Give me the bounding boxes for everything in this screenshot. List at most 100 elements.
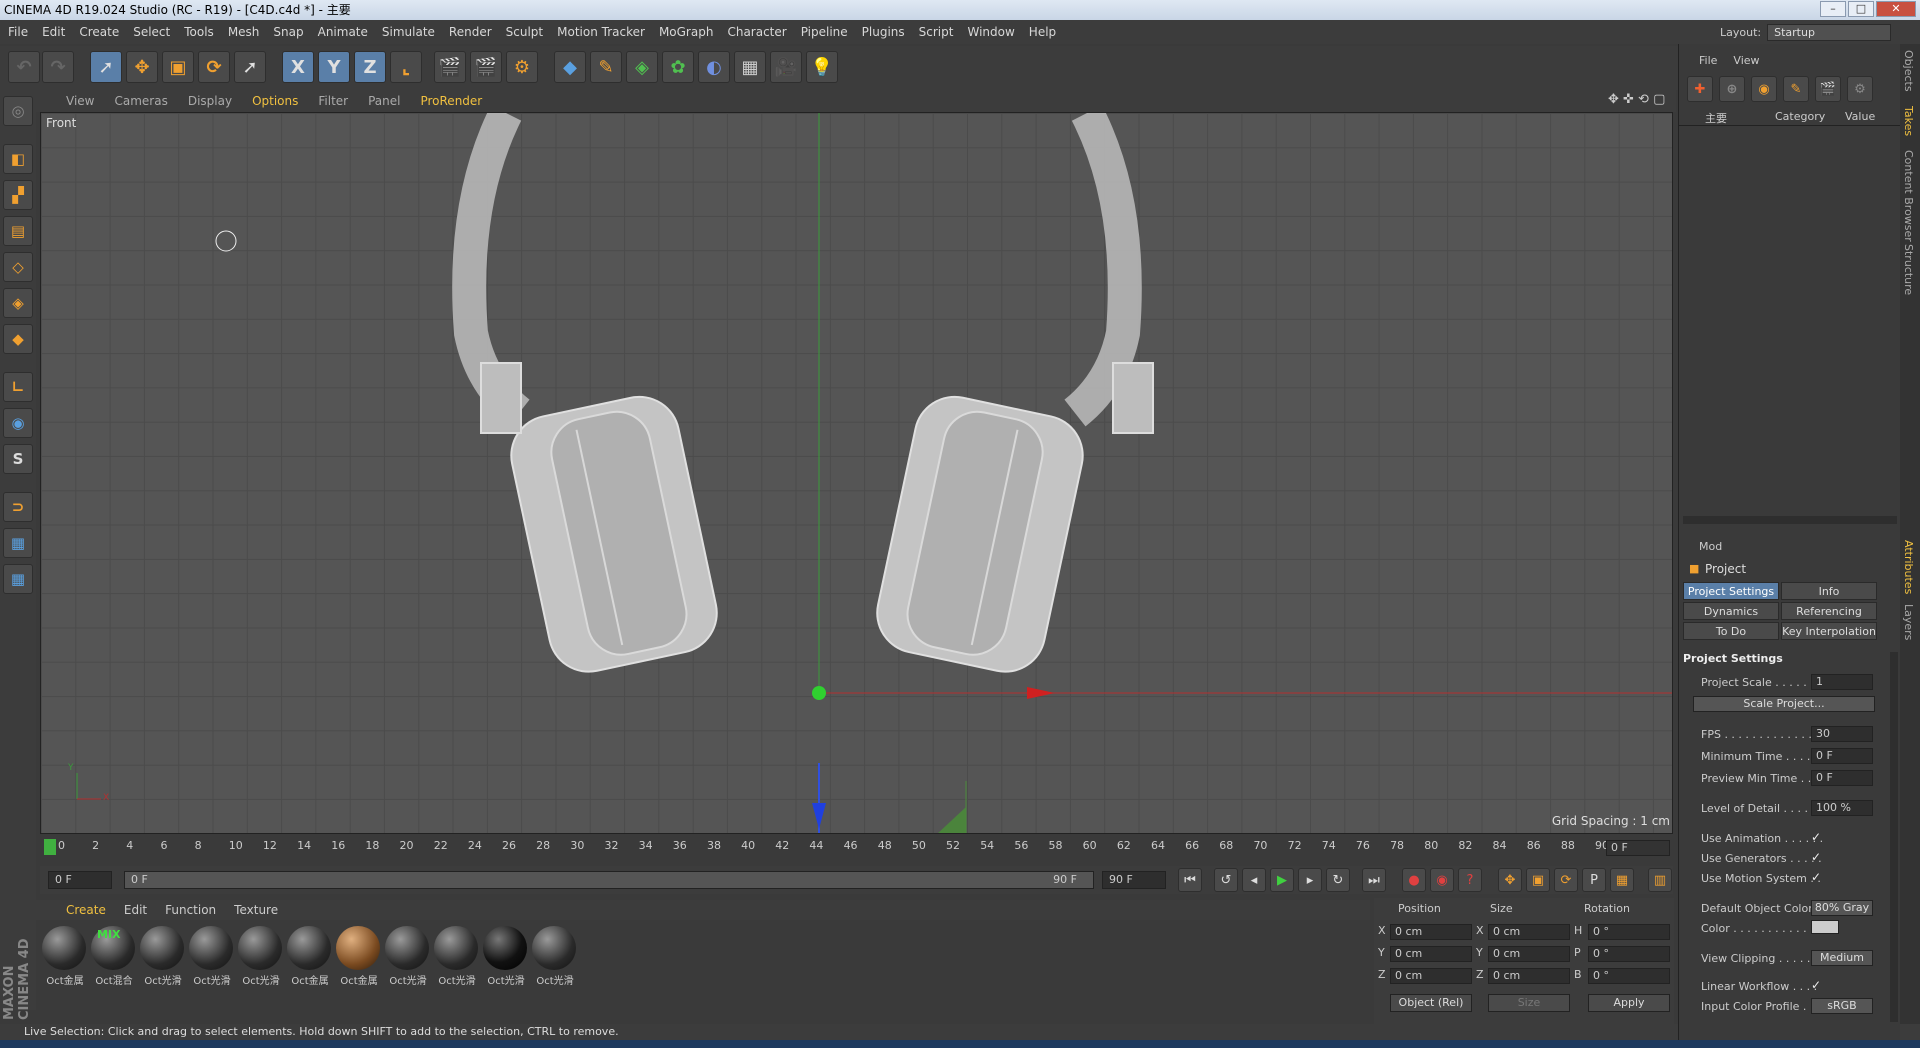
menu-motion-tracker[interactable]: Motion Tracker	[557, 25, 645, 39]
coord-size-dropdown[interactable]: Size	[1488, 994, 1570, 1012]
light-icon[interactable]: 💡	[806, 51, 838, 83]
preview-min-field[interactable]: 0 F	[1811, 770, 1873, 786]
menu-edit[interactable]: Edit	[42, 25, 65, 39]
material-item[interactable]: MIX Oct混合	[91, 926, 137, 988]
scheme-icon[interactable]: ▥	[1648, 868, 1672, 892]
side-tab-takes[interactable]: Takes	[1902, 106, 1915, 136]
snap-icon[interactable]: ⊃	[3, 492, 33, 522]
vp-menu-filter[interactable]: Filter	[318, 94, 348, 108]
position-z-field[interactable]: 0 cm	[1390, 968, 1472, 984]
scale-project-button[interactable]: Scale Project...	[1693, 696, 1875, 712]
camera-icon[interactable]: 🎥	[770, 51, 802, 83]
key-pla-icon[interactable]: ▦	[1610, 868, 1634, 892]
render-view-icon[interactable]: 🎬	[434, 51, 466, 83]
size-z-field[interactable]: 0 cm	[1488, 968, 1570, 984]
timeline-ruler[interactable]: 0 2 4 6 8 10 12 14 16 18 20 22 24 26 28 30 32 34 36 38 40 42 4…	[40, 836, 1673, 858]
recent-tool-icon[interactable]: ➚	[234, 51, 266, 83]
undo-icon[interactable]: ↶	[8, 51, 40, 83]
take-auto-icon[interactable]: ✎	[1783, 76, 1809, 102]
menu-select[interactable]: Select	[133, 25, 170, 39]
min-time-field[interactable]: 0 F	[1811, 748, 1873, 764]
take-render-icon[interactable]: 🎬	[1815, 76, 1841, 102]
viewport-nav-icons[interactable]: ✥ ✜ ⟲ ▢	[1608, 92, 1665, 107]
play-icon[interactable]: ▶	[1270, 868, 1294, 892]
edges-mode-icon[interactable]: ◈	[3, 288, 33, 318]
attr-scrollbar[interactable]	[1890, 652, 1898, 1022]
vp-menu-options[interactable]: Options	[252, 94, 298, 108]
key-position-icon[interactable]: ✥	[1498, 868, 1522, 892]
menu-character[interactable]: Character	[727, 25, 786, 39]
start-frame-field[interactable]: 0 F	[48, 871, 112, 889]
coord-mode-dropdown[interactable]: Object (Rel)	[1390, 994, 1472, 1012]
floor-icon[interactable]: ▦	[734, 51, 766, 83]
material-item[interactable]: Oct金属	[42, 926, 88, 988]
cloner-icon[interactable]: ✿	[662, 51, 694, 83]
position-x-field[interactable]: 0 cm	[1390, 924, 1472, 940]
use-motion-checkbox[interactable]: ✓	[1811, 870, 1821, 884]
viewport-front[interactable]: Y X	[40, 112, 1673, 834]
material-item[interactable]: Oct金属	[287, 926, 333, 988]
menu-mograph[interactable]: MoGraph	[659, 25, 714, 39]
model-mode-icon[interactable]: ◧	[3, 144, 33, 174]
take-lock-icon[interactable]: ⚙	[1847, 76, 1873, 102]
rotation-b-field[interactable]: 0 °	[1588, 968, 1670, 984]
minimize-button[interactable]: –	[1820, 1, 1846, 17]
menu-simulate[interactable]: Simulate	[382, 25, 435, 39]
range-slider[interactable]: 0 F 90 F	[124, 871, 1094, 889]
side-tab-structure[interactable]: Structure	[1902, 244, 1915, 295]
position-y-field[interactable]: 0 cm	[1390, 946, 1472, 962]
move-icon[interactable]: ✥	[126, 51, 158, 83]
project-scale-field[interactable]: 1	[1811, 674, 1873, 690]
material-item[interactable]: Oct光滑	[385, 926, 431, 988]
menu-render[interactable]: Render	[449, 25, 492, 39]
previous-frame-icon[interactable]: ◂	[1242, 868, 1266, 892]
menu-sculpt[interactable]: Sculpt	[506, 25, 543, 39]
x-axis-lock-icon[interactable]: X	[282, 51, 314, 83]
polygons-mode-icon[interactable]: ◆	[3, 324, 33, 354]
menu-script[interactable]: Script	[919, 25, 954, 39]
render-settings-icon[interactable]: ⚙	[506, 51, 538, 83]
default-color-dropdown[interactable]: 80% Gray	[1811, 900, 1873, 916]
take-clone-icon[interactable]: ⊕	[1719, 76, 1745, 102]
vp-menu-cameras[interactable]: Cameras	[114, 94, 167, 108]
om-menu-view[interactable]: View	[1733, 54, 1759, 67]
y-axis-lock-icon[interactable]: Y	[318, 51, 350, 83]
material-item[interactable]: Oct光滑	[140, 926, 186, 988]
menu-window[interactable]: Window	[967, 25, 1014, 39]
rotate-icon[interactable]: ⟳	[198, 51, 230, 83]
record-active-icon[interactable]: ●	[1402, 868, 1426, 892]
cube-icon[interactable]: ◆	[554, 51, 586, 83]
tab-key-interpolation[interactable]: Key Interpolation	[1781, 622, 1877, 640]
material-item[interactable]: Oct光滑	[532, 926, 578, 988]
material-item[interactable]: Oct光滑	[238, 926, 284, 988]
menu-pipeline[interactable]: Pipeline	[801, 25, 848, 39]
lock-workplane-icon[interactable]: ▦	[3, 528, 33, 558]
material-item[interactable]: Oct光滑	[189, 926, 235, 988]
make-editable-icon[interactable]: ◎	[3, 96, 33, 126]
maximize-button[interactable]: □	[1848, 1, 1874, 17]
mat-menu-edit[interactable]: Edit	[124, 903, 147, 917]
side-tab-content-browser[interactable]: Content Browser	[1902, 150, 1915, 242]
input-profile-dropdown[interactable]: sRGB	[1811, 998, 1873, 1014]
rotation-p-field[interactable]: 0 °	[1588, 946, 1670, 962]
pen-icon[interactable]: ✎	[590, 51, 622, 83]
points-mode-icon[interactable]: ◇	[3, 252, 33, 282]
use-animation-checkbox[interactable]: ✓	[1811, 830, 1821, 844]
size-x-field[interactable]: 0 cm	[1488, 924, 1570, 940]
menu-tools[interactable]: Tools	[184, 25, 214, 39]
subdivision-icon[interactable]: ◈	[626, 51, 658, 83]
tweak-mode-icon[interactable]: ◉	[3, 408, 33, 438]
autokey-icon[interactable]: ◉	[1430, 868, 1454, 892]
layout-dropdown[interactable]: Startup	[1767, 23, 1892, 41]
workplane-icon[interactable]: ▤	[3, 216, 33, 246]
scale-icon[interactable]: ▣	[162, 51, 194, 83]
planar-workplane-icon[interactable]: ▦	[3, 564, 33, 594]
take-add-icon[interactable]: ✚	[1687, 76, 1713, 102]
go-to-end-icon[interactable]: ⏭	[1362, 868, 1386, 892]
linear-workflow-checkbox[interactable]: ✓	[1811, 978, 1821, 992]
previous-key-icon[interactable]: ↺	[1214, 868, 1238, 892]
tab-referencing[interactable]: Referencing	[1781, 602, 1877, 620]
texture-mode-icon[interactable]: ▞	[3, 180, 33, 210]
mat-menu-create[interactable]: Create	[66, 903, 106, 917]
keyframe-selection-icon[interactable]: ?	[1458, 868, 1482, 892]
